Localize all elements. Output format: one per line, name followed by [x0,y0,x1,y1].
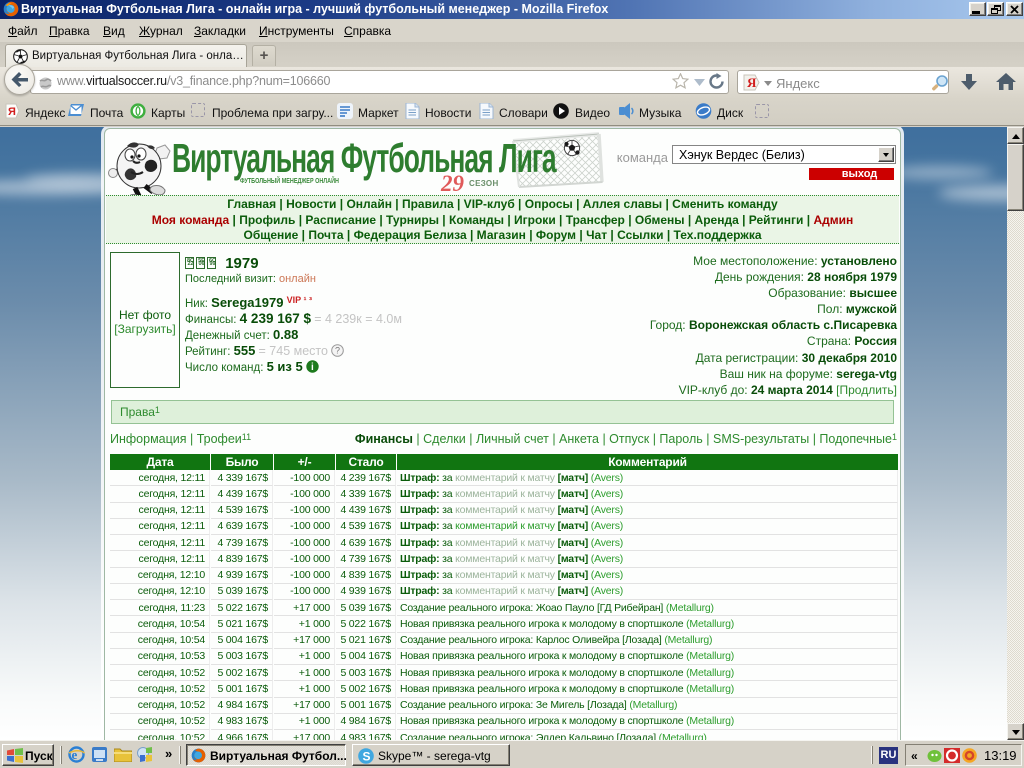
svg-text:S: S [363,750,371,764]
svg-text:?: ? [335,346,340,356]
svg-text:Я: Я [747,75,757,90]
svg-text:e: e [72,747,78,762]
svg-text:Я: Я [8,106,16,118]
svg-text:i: i [311,362,314,373]
